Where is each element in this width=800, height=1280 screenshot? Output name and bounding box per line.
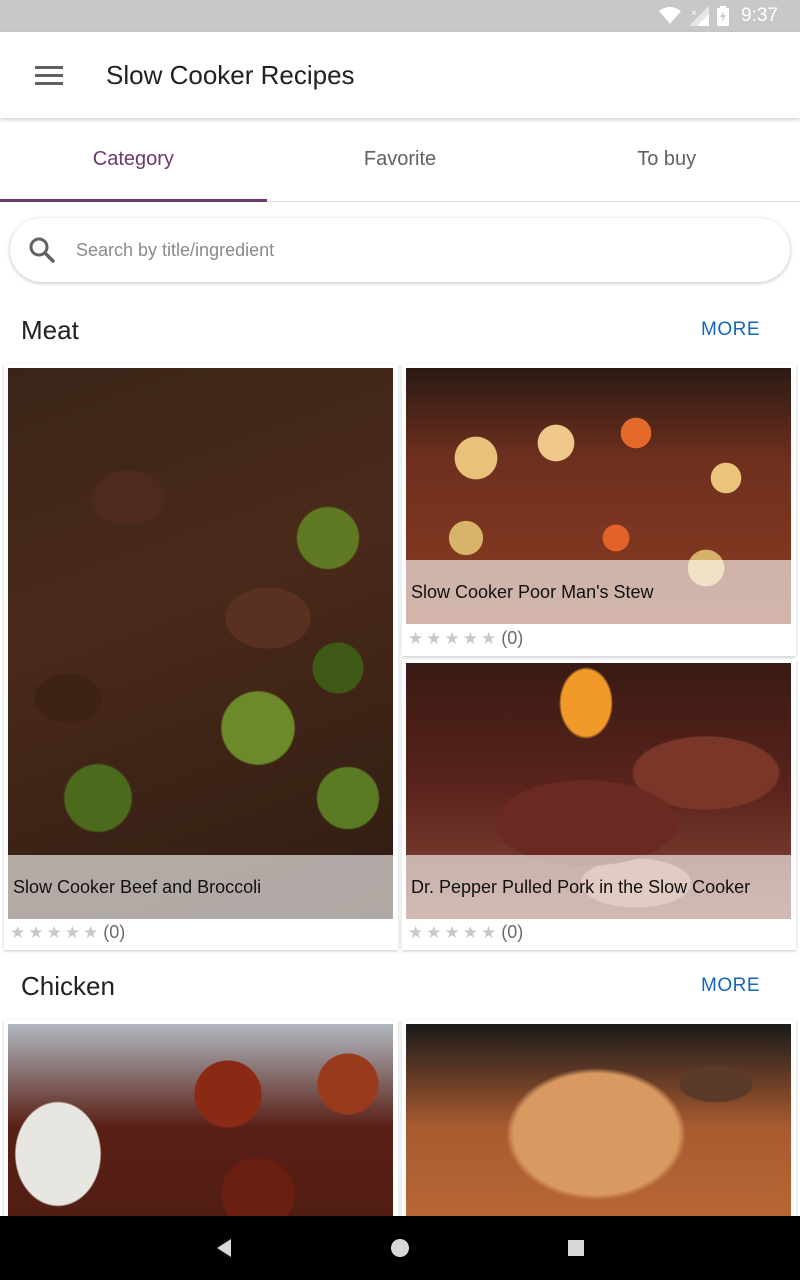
search-icon <box>29 237 55 263</box>
tab-category[interactable]: Category <box>0 118 267 202</box>
battery-icon <box>717 6 730 26</box>
recents-icon <box>568 1240 584 1256</box>
home-icon <box>391 1239 409 1257</box>
star-icon: ★ <box>46 922 62 942</box>
more-button-chicken[interactable]: MORE <box>701 975 760 997</box>
app-title: Slow Cooker Recipes <box>106 59 355 90</box>
navigation-bar <box>0 1216 800 1280</box>
status-time: 9:37 <box>741 5 778 26</box>
recipe-image: Dr. Pepper Pulled Pork in the Slow Cooke… <box>406 663 791 919</box>
recipe-title: Dr. Pepper Pulled Pork in the Slow Cooke… <box>406 855 791 919</box>
home-button[interactable] <box>380 1228 420 1268</box>
star-icon: ★ <box>408 922 424 942</box>
recipe-image: Slow Cooker Beef and Broccoli <box>8 368 393 919</box>
app-bar: Slow Cooker Recipes <box>0 32 800 118</box>
svg-text:×: × <box>691 8 697 19</box>
star-icon: ★ <box>462 922 478 942</box>
recipe-image: Slow Cooker Poor Man's Stew <box>406 368 791 624</box>
tab-to-buy[interactable]: To buy <box>533 118 800 201</box>
recipe-card[interactable]: Slow Cooker Poor Man's Stew ★ ★ ★ ★ ★ (0… <box>402 364 796 656</box>
more-button-meat[interactable]: MORE <box>701 319 760 341</box>
star-icon: ★ <box>83 922 99 942</box>
section-title: Meat <box>21 314 79 345</box>
star-icon: ★ <box>408 628 424 648</box>
recents-button[interactable] <box>556 1228 596 1268</box>
star-icon: ★ <box>481 922 497 942</box>
tab-bar: Category Favorite To buy <box>0 118 800 202</box>
tab-favorite[interactable]: Favorite <box>267 118 534 201</box>
star-icon: ★ <box>64 922 80 942</box>
rating: ★ ★ ★ ★ ★ (0) <box>408 922 523 943</box>
rating: ★ ★ ★ ★ ★ (0) <box>10 922 125 943</box>
rating-count: (0) <box>501 628 524 648</box>
star-icon: ★ <box>28 922 44 942</box>
star-icon: ★ <box>444 922 460 942</box>
menu-button[interactable] <box>0 32 98 118</box>
rating-count: (0) <box>103 922 126 942</box>
section-header-meat: Meat MORE <box>0 300 800 360</box>
star-icon: ★ <box>444 628 460 648</box>
recipe-title: Slow Cooker Beef and Broccoli <box>8 855 393 919</box>
signal-icon: × <box>689 6 710 26</box>
menu-icon <box>35 66 63 85</box>
rating-count: (0) <box>501 922 524 942</box>
star-icon: ★ <box>10 922 26 942</box>
status-bar: × 9:37 <box>0 0 800 32</box>
search-input[interactable] <box>76 239 716 261</box>
section-header-chicken: Chicken MORE <box>0 956 800 1016</box>
wifi-icon <box>659 7 682 25</box>
rating: ★ ★ ★ ★ ★ (0) <box>408 628 523 649</box>
section-title: Chicken <box>21 970 115 1001</box>
star-icon: ★ <box>426 922 442 942</box>
star-icon: ★ <box>462 628 478 648</box>
back-icon <box>217 1239 231 1257</box>
star-icon: ★ <box>426 628 442 648</box>
search-bar[interactable] <box>10 218 790 282</box>
back-button[interactable] <box>204 1228 244 1268</box>
star-icon: ★ <box>481 628 497 648</box>
recipe-title: Slow Cooker Poor Man's Stew <box>406 560 791 624</box>
recipe-card[interactable]: Slow Cooker Beef and Broccoli ★ ★ ★ ★ ★ … <box>4 364 398 950</box>
recipe-card[interactable]: Dr. Pepper Pulled Pork in the Slow Cooke… <box>402 659 796 950</box>
